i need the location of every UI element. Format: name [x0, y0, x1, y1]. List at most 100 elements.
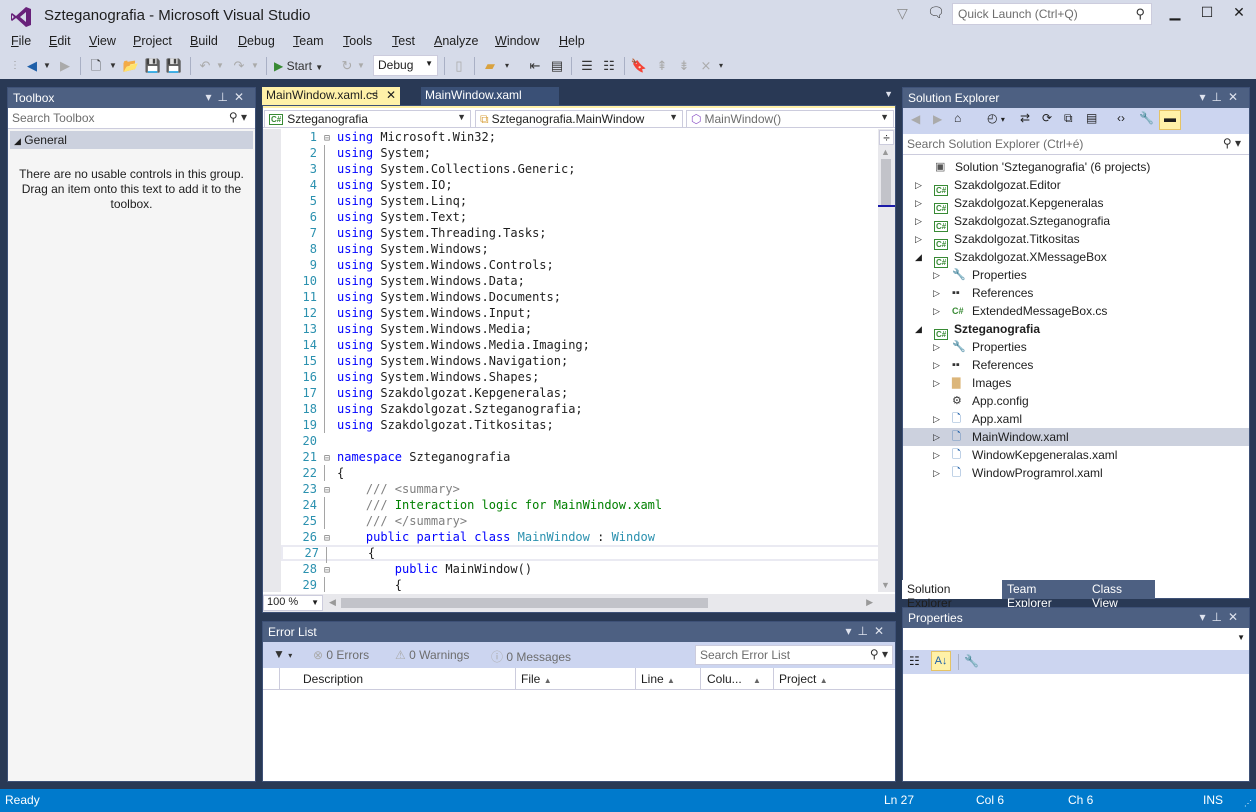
feedback-filter-icon[interactable]: ▽	[897, 5, 908, 22]
column-file[interactable]: File ▲	[521, 672, 552, 686]
tree-item[interactable]: ▷ C# Szakdolgozat.Titkositas	[903, 230, 1249, 250]
messages-filter-button[interactable]: ⓘ 0 Messages	[491, 648, 571, 665]
horizontal-scroll-thumb[interactable]	[341, 598, 708, 608]
tree-item[interactable]: ▷ 🗋 App.xaml	[903, 410, 1249, 428]
expand-node-icon[interactable]: ▷	[915, 176, 922, 194]
maximize-button[interactable]: ☐	[1192, 4, 1222, 24]
menu-tools[interactable]: Tools	[343, 34, 372, 48]
alphabetical-icon[interactable]: A↓	[931, 651, 951, 671]
minimize-button[interactable]: ▁	[1160, 4, 1190, 24]
code-line[interactable]: 16 using System.Windows.Shapes;	[281, 369, 879, 385]
column-column[interactable]: Colu... ▲	[707, 672, 761, 686]
code-line[interactable]: 15 using System.Windows.Navigation;	[281, 353, 879, 369]
new-project-dropdown-icon[interactable]: ▼	[108, 56, 118, 76]
vertical-scrollbar[interactable]: ÷ ▲ ▼	[878, 129, 895, 592]
pin-icon[interactable]: ⊥	[1211, 610, 1227, 624]
menu-build[interactable]: Build	[190, 34, 218, 48]
expand-node-icon[interactable]: ▷	[933, 338, 940, 356]
redo-icon[interactable]: ↷	[229, 56, 249, 76]
scroll-up-icon[interactable]: ▲	[881, 147, 890, 157]
expand-node-icon[interactable]: ▷	[933, 374, 940, 392]
tab-class-view[interactable]: Class View	[1087, 580, 1155, 610]
tree-item[interactable]: ▷ 🗋 MainWindow.xaml	[903, 428, 1249, 446]
expand-node-icon[interactable]: ▷	[933, 464, 940, 482]
step-over-icon[interactable]: ▤	[547, 56, 567, 76]
toolbar-overflow-icon[interactable]: ▾	[716, 56, 726, 76]
tree-item[interactable]: ▷ ▪▪ References	[903, 284, 1249, 302]
restart-icon[interactable]: ↻	[338, 56, 356, 76]
expand-node-icon[interactable]: ▷	[933, 356, 940, 374]
pin-tab-icon[interactable]: ⊣	[369, 89, 378, 100]
tree-item[interactable]: ▷ C# Szakdolgozat.Kepgeneralas	[903, 194, 1249, 214]
code-line[interactable]: 19 using Szakdolgozat.Titkositas;	[281, 417, 879, 433]
panel-menu-icon[interactable]: ▾	[845, 624, 857, 638]
class-dropdown[interactable]: ⧉ Szteganografia.MainWindow ▼	[475, 110, 683, 128]
toolbar-grip[interactable]: ⋮	[10, 56, 20, 76]
code-line[interactable]: 20	[281, 433, 879, 449]
expand-node-icon[interactable]: ▷	[933, 446, 940, 464]
scroll-left-icon[interactable]: ◀	[329, 597, 336, 608]
code-line[interactable]: 10 using System.Windows.Data;	[281, 273, 879, 289]
column-project[interactable]: Project ▲	[779, 672, 828, 686]
code-line[interactable]: 8 using System.Windows;	[281, 241, 879, 257]
code-line[interactable]: 24 /// Interaction logic for MainWindow.…	[281, 497, 879, 513]
send-feedback-icon[interactable]: 🗨	[927, 4, 945, 21]
expand-node-icon[interactable]: ▷	[933, 428, 940, 446]
preview-selected-items-icon[interactable]: ▬	[1159, 110, 1181, 130]
menu-analyze[interactable]: Analyze	[434, 34, 478, 48]
project-dropdown[interactable]: C# Szteganografia ▼	[264, 110, 471, 128]
menu-window[interactable]: Window	[495, 34, 539, 48]
toolbox-group-general[interactable]: ◢ General	[10, 131, 253, 149]
tab-mainwindow-xaml-cs[interactable]: MainWindow.xaml.cs ⊣ ✕	[262, 87, 400, 105]
code-line[interactable]: 9 using System.Windows.Controls;	[281, 257, 879, 273]
code-line[interactable]: 28 ⊟ public MainWindow()	[281, 561, 879, 577]
bookmark-icon[interactable]: 🔖	[629, 56, 649, 76]
pin-icon[interactable]: ⊥	[857, 624, 873, 638]
tree-item[interactable]: ▷ C# ExtendedMessageBox.cs	[903, 302, 1249, 320]
tree-item[interactable]: ⚙ App.config	[903, 392, 1249, 410]
code-line[interactable]: 11 using System.Windows.Documents;	[281, 289, 879, 305]
expand-node-icon[interactable]: ▷	[933, 284, 940, 302]
view-code-icon[interactable]: ‹›	[1117, 111, 1125, 125]
open-file-icon[interactable]: 📂	[121, 56, 141, 76]
resize-grip-icon[interactable]: ⋰	[1244, 799, 1252, 808]
expand-node-icon[interactable]: ▷	[933, 266, 940, 284]
panel-menu-icon[interactable]: ▾	[1199, 610, 1211, 624]
close-icon[interactable]: ✕	[1228, 90, 1244, 104]
toolbox-search-input[interactable]: Search Toolbox ⚲ ▾	[8, 108, 255, 129]
warnings-filter-button[interactable]: ⚠ 0 Warnings	[395, 648, 469, 662]
redo-dropdown-icon[interactable]: ▼	[250, 56, 260, 76]
comment-lines-icon[interactable]: ☰	[577, 56, 597, 76]
indicator-margin[interactable]	[263, 129, 281, 592]
code-line[interactable]: 12 using System.Windows.Input;	[281, 305, 879, 321]
pin-icon[interactable]: ⊥	[217, 90, 233, 104]
collapse-node-icon[interactable]: ◢	[915, 248, 922, 266]
code-line[interactable]: 22 {	[281, 465, 879, 481]
code-line[interactable]: 26 ⊟ public partial class MainWindow : Wi…	[281, 529, 879, 545]
vertical-scroll-thumb[interactable]	[881, 159, 891, 207]
code-line[interactable]: 25 /// </summary>	[281, 513, 879, 529]
clear-bookmarks-icon[interactable]: ⨯	[696, 56, 716, 76]
show-all-files-icon[interactable]: ▤	[1086, 111, 1097, 125]
navigate-forward-icon[interactable]: ▶	[55, 56, 75, 76]
code-line[interactable]: 14 using System.Windows.Media.Imaging;	[281, 337, 879, 353]
restart-dropdown-icon[interactable]: ▼	[356, 56, 366, 76]
tree-item[interactable]: ▷ ▇ Images	[903, 374, 1249, 392]
column-description[interactable]: Description	[303, 672, 363, 686]
menu-file[interactable]: File	[11, 34, 31, 48]
tree-item[interactable]: ▷ 🔧 Properties	[903, 338, 1249, 356]
split-editor-icon[interactable]: ÷	[879, 130, 894, 145]
error-list-search-input[interactable]: Search Error List ⚲ ▾	[695, 645, 893, 665]
save-icon[interactable]: 💾	[143, 56, 163, 76]
close-icon[interactable]: ✕	[234, 90, 250, 104]
tree-item[interactable]: ▷ 🗋 WindowKepgeneralas.xaml	[903, 446, 1249, 464]
step-into-icon[interactable]: ⇤	[525, 56, 545, 76]
tree-item[interactable]: ▣ Solution 'Szteganografia' (6 projects)	[903, 158, 1249, 176]
expand-node-icon[interactable]: ▷	[915, 194, 922, 212]
code-line[interactable]: 13 using System.Windows.Media;	[281, 321, 879, 337]
close-tab-icon[interactable]: ✕	[386, 88, 396, 102]
properties-wrench-icon[interactable]: 🔧	[1139, 111, 1154, 125]
code-area[interactable]: 1 ⊟ using Microsoft.Win32; 2 using System; 3 u…	[281, 129, 879, 592]
solution-configuration-select[interactable]: Debug ▼	[373, 55, 438, 76]
member-dropdown[interactable]: ⬡ MainWindow() ▼	[686, 110, 894, 128]
